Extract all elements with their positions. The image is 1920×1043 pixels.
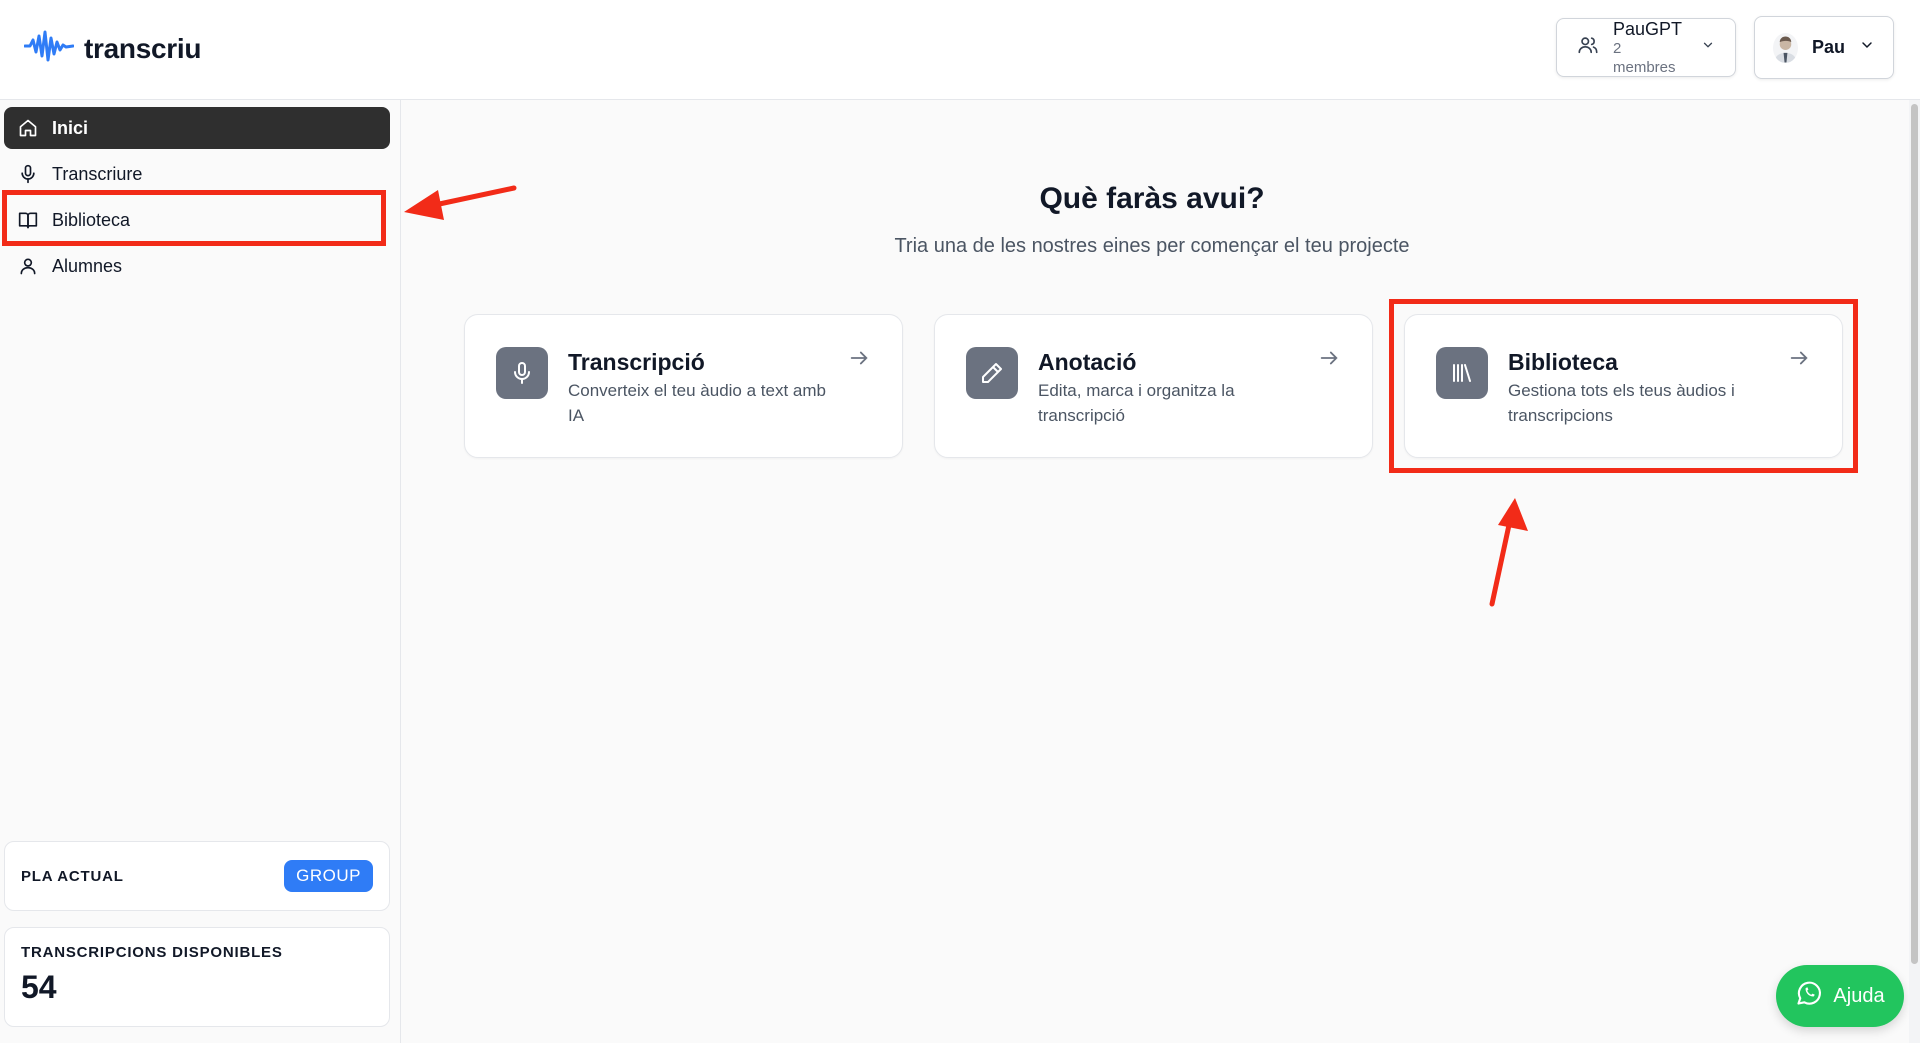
whatsapp-icon xyxy=(1795,979,1823,1013)
available-label: TRANSCRIPCIONS DISPONIBLES xyxy=(21,944,283,961)
help-button[interactable]: Ajuda xyxy=(1776,965,1904,1027)
pencil-icon xyxy=(966,347,1018,399)
card-biblioteca[interactable]: Biblioteca Gestiona tots els teus àudios… xyxy=(1404,314,1843,458)
card-description: Gestiona tots els teus àudios i transcri… xyxy=(1508,381,1735,425)
team-name: PauGPT xyxy=(1613,18,1683,39)
team-members: 2 membres xyxy=(1613,40,1676,76)
page-subtitle: Tria una de les nostres eines per començ… xyxy=(894,235,1410,257)
card-description: Edita, marca i organitza la transcripció xyxy=(1038,381,1235,425)
sidebar-item-label: Transcriure xyxy=(52,163,143,184)
team-selector[interactable]: PauGPT 2 membres xyxy=(1556,18,1736,77)
microphone-icon xyxy=(18,164,38,184)
available-value: 54 xyxy=(21,969,57,1005)
plan-card: PLA ACTUAL GROUP xyxy=(4,841,390,911)
scrollbar-thumb[interactable] xyxy=(1911,104,1918,964)
sidebar-item-label: Inici xyxy=(52,117,89,138)
sidebar-item-alumnes[interactable]: Alumnes xyxy=(4,245,390,287)
logo[interactable]: transcriu xyxy=(23,28,202,69)
card-anotacio[interactable]: Anotació Edita, marca i organitza la tra… xyxy=(934,314,1373,458)
home-icon xyxy=(18,118,38,138)
avatar xyxy=(1773,32,1798,63)
user-name: Pau xyxy=(1811,37,1845,57)
card-title: Anotació xyxy=(1038,349,1137,375)
sidebar: Inici Transcriure Biblioteca Alumnes PLA… xyxy=(0,100,401,1043)
library-icon xyxy=(1436,347,1488,399)
card-title: Biblioteca xyxy=(1508,349,1618,375)
card-transcripcio[interactable]: Transcripció Converteix el teu àudio a t… xyxy=(464,314,903,458)
sidebar-item-label: Alumnes xyxy=(52,255,123,276)
book-icon xyxy=(18,210,38,230)
page-title: Què faràs avui? xyxy=(1039,182,1265,215)
help-label: Ajuda xyxy=(1833,984,1885,1007)
user-menu[interactable]: Pau xyxy=(1754,16,1894,79)
card-title: Transcripció xyxy=(568,349,705,375)
users-icon xyxy=(1577,34,1599,61)
app-header: transcriu PauGPT 2 membres Pau xyxy=(0,0,1920,100)
available-transcriptions-card: TRANSCRIPCIONS DISPONIBLES 54 xyxy=(4,927,390,1027)
sidebar-item-biblioteca[interactable]: Biblioteca xyxy=(4,199,390,241)
user-icon xyxy=(18,256,38,276)
plan-badge[interactable]: GROUP xyxy=(284,860,373,892)
sidebar-item-label: Biblioteca xyxy=(52,209,131,230)
arrow-right-icon xyxy=(848,347,870,374)
arrow-right-icon xyxy=(1788,347,1810,374)
microphone-icon xyxy=(496,347,548,399)
card-description: Converteix el teu àudio a text amb IA xyxy=(568,381,826,425)
soundwave-icon xyxy=(23,28,75,69)
scrollbar[interactable] xyxy=(1909,100,1920,1043)
arrow-right-icon xyxy=(1318,347,1340,374)
logo-text: transcriu xyxy=(84,32,202,64)
annotation-arrow-up xyxy=(1489,498,1528,607)
chevron-down-icon xyxy=(1701,38,1715,57)
sidebar-item-transcriure[interactable]: Transcriure xyxy=(4,153,390,195)
chevron-down-icon xyxy=(1859,37,1875,58)
sidebar-item-inici[interactable]: Inici xyxy=(4,107,390,149)
plan-label: PLA ACTUAL xyxy=(21,867,124,885)
